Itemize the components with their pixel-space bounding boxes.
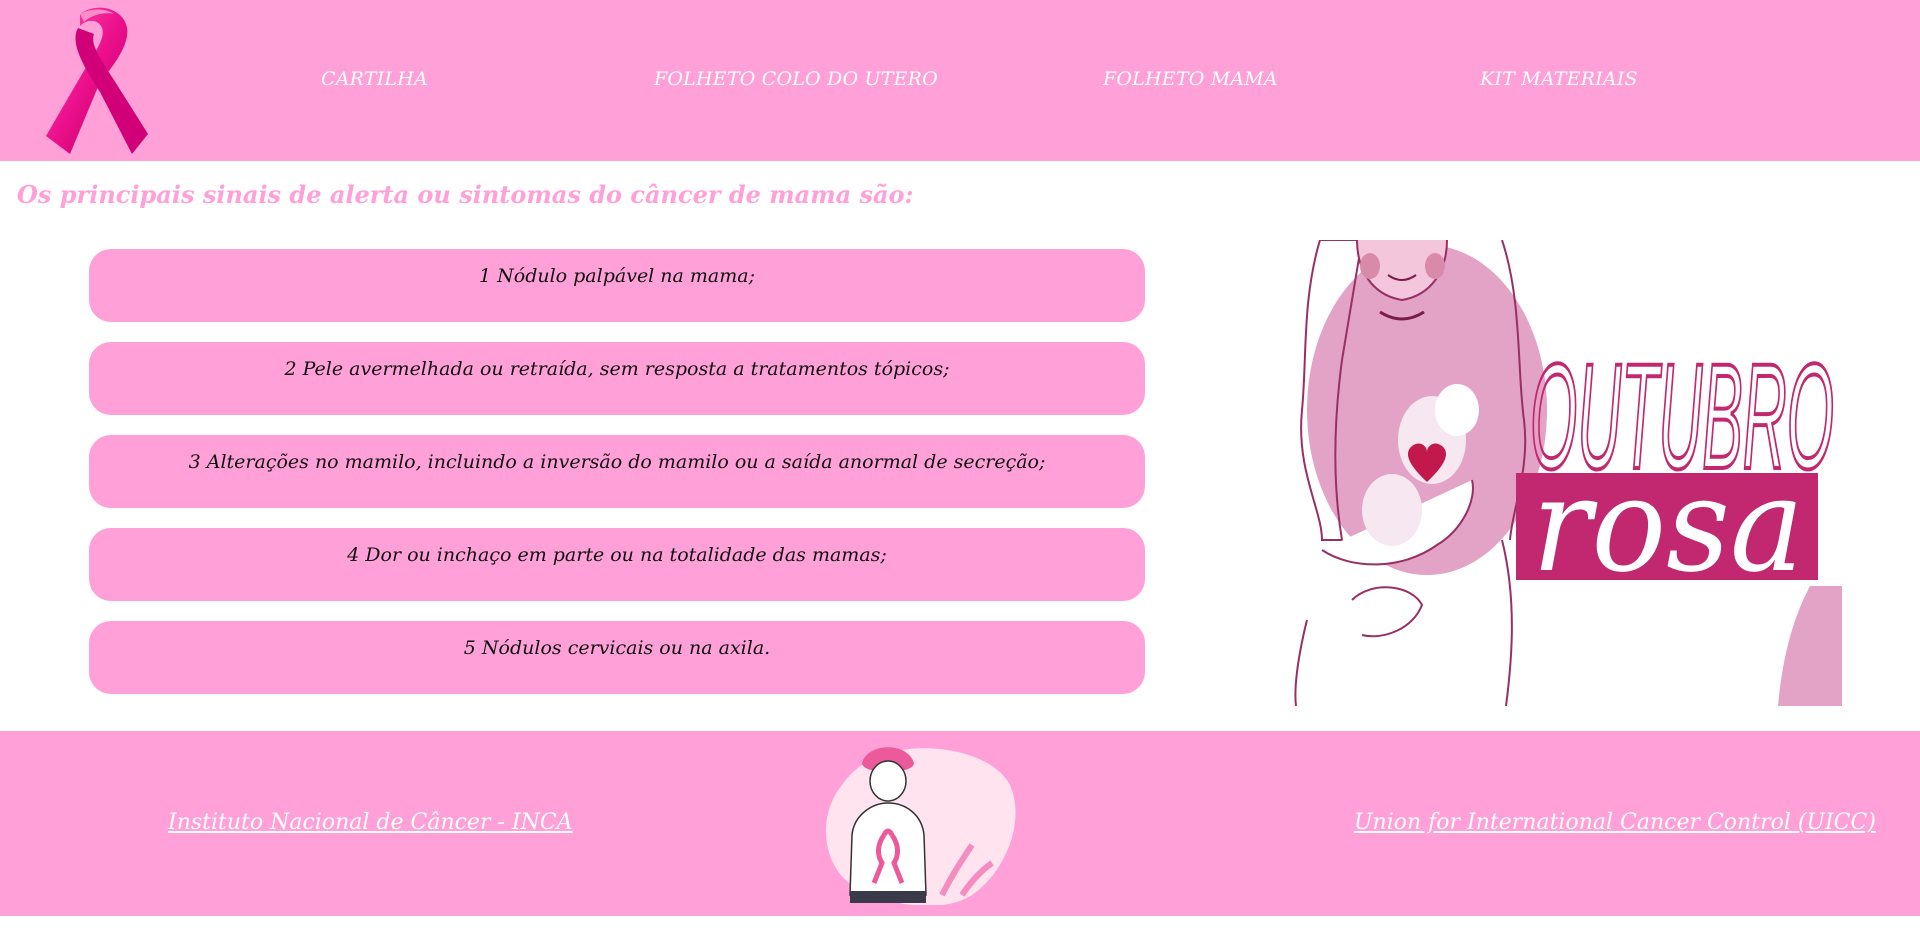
nav-cartilha-link[interactable]: CARTILHA [321, 68, 428, 90]
symptom-text: 1 Nódulo palpável na mama; [479, 265, 755, 287]
nav-folheto-colo-do-utero-link[interactable]: FOLHETO COLO DO UTERO [654, 68, 938, 90]
site-header: CARTILHA FOLHETO COLO DO UTERO FOLHETO M… [0, 0, 1920, 161]
symptom-item: 2 Pele avermelhada ou retraída, sem resp… [89, 342, 1145, 415]
page-heading: Os principais sinais de alerta ou sintom… [17, 180, 914, 209]
nav-kit-materiais-link[interactable]: KIT MATERIAIS [1480, 68, 1638, 90]
footer-uicc-link[interactable]: Union for International Cancer Control (… [1354, 810, 1876, 835]
outubro-rosa-illustration: OUTUBRO rosa [1262, 240, 1842, 706]
symptom-text: 3 Alterações no mamilo, incluindo a inve… [188, 451, 1046, 473]
symptom-item: 1 Nódulo palpável na mama; [89, 249, 1145, 322]
poster-title-rosa: rosa [1532, 449, 1804, 601]
woman-ribbon-illustration [826, 747, 1016, 905]
pink-ribbon-icon[interactable] [42, 4, 152, 158]
site-footer: Instituto Nacional de Câncer - INCA Unio… [0, 731, 1920, 916]
symptom-item: 5 Nódulos cervicais ou na axila. [89, 621, 1145, 694]
symptom-item: 4 Dor ou inchaço em parte ou na totalida… [89, 528, 1145, 601]
symptom-text: 2 Pele avermelhada ou retraída, sem resp… [284, 358, 950, 380]
symptom-text: 4 Dor ou inchaço em parte ou na totalida… [347, 544, 887, 566]
symptom-item: 3 Alterações no mamilo, incluindo a inve… [89, 435, 1145, 508]
nav-folheto-mama-link[interactable]: FOLHETO MAMA [1103, 68, 1278, 90]
footer-inca-link[interactable]: Instituto Nacional de Câncer - INCA [168, 810, 573, 835]
symptom-text: 5 Nódulos cervicais ou na axila. [463, 637, 771, 659]
